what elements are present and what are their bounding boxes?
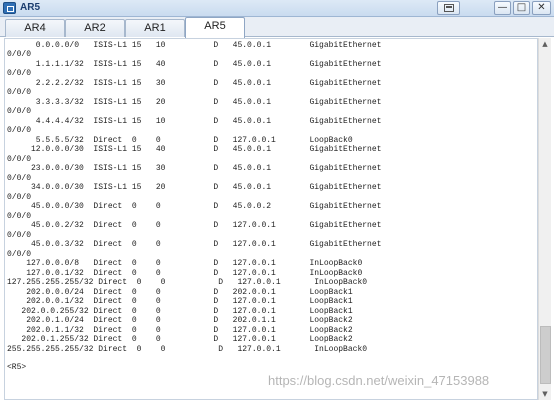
watermark: https://blog.csdn.net/weixin_47153988 (268, 373, 490, 388)
console-line: 23.0.0.0/30 ISIS-L1 15 30 D 45.0.0.1 Gig… (7, 164, 382, 174)
scroll-thumb[interactable] (540, 326, 551, 384)
console-line: 202.0.1.0/24 Direct 0 0 D 202.0.1.1 Loop… (7, 316, 353, 326)
console-line: 45.0.0.3/32 Direct 0 0 D 127.0.0.1 Gigab… (7, 240, 382, 250)
console-line: 0/0/0 (7, 154, 32, 164)
tab-strip: AR4 AR2 AR1 AR5 (0, 17, 554, 38)
tab-ar4[interactable]: AR4 (5, 19, 65, 37)
console-line: 202.0.0.0/24 Direct 0 0 D 202.0.0.1 Loop… (7, 287, 353, 297)
tab-ar5[interactable]: AR5 (185, 17, 245, 38)
console-line: 45.0.0.2/32 Direct 0 0 D 127.0.0.1 Gigab… (7, 221, 382, 231)
tab-ar2[interactable]: AR2 (65, 19, 125, 37)
console-line: 202.0.0.255/32 Direct 0 0 D 127.0.0.1 Lo… (7, 306, 353, 316)
console-line: 3.3.3.3/32 ISIS-L1 15 20 D 45.0.0.1 Giga… (7, 97, 382, 107)
terminal-console[interactable]: 0.0.0.0/0 ISIS-L1 15 10 D 45.0.0.1 Gigab… (4, 38, 538, 400)
console-line: 202.0.1.1/32 Direct 0 0 D 127.0.0.1 Loop… (7, 325, 353, 335)
console-line: <R5> (7, 363, 27, 373)
console-line: 0/0/0 (7, 230, 32, 240)
console-line: 45.0.0.0/30 Direct 0 0 D 45.0.0.2 Gigabi… (7, 202, 382, 212)
console-line: 0/0/0 (7, 107, 32, 117)
scroll-up-icon[interactable]: ▲ (539, 38, 551, 50)
app-terminal-icon (3, 2, 16, 14)
tab-ar1[interactable]: AR1 (125, 19, 185, 37)
console-line: 4.4.4.4/32 ISIS-L1 15 10 D 45.0.0.1 Giga… (7, 116, 382, 126)
console-line: 0/0/0 (7, 249, 32, 259)
vertical-scrollbar[interactable]: ▲ ▼ (538, 38, 551, 400)
window-title: AR5 (20, 2, 41, 13)
maximize-button[interactable]: □ (513, 1, 530, 15)
close-button[interactable]: ✕ (532, 1, 551, 15)
console-line: 2.2.2.2/32 ISIS-L1 15 30 D 45.0.0.1 Giga… (7, 78, 382, 88)
console-line: 0/0/0 (7, 173, 32, 183)
console-line: 127.255.255.255/32 Direct 0 0 D 127.0.0.… (7, 278, 368, 288)
console-line: 202.0.1.255/32 Direct 0 0 D 127.0.0.1 Lo… (7, 335, 353, 345)
console-line: 0/0/0 (7, 50, 32, 60)
console-line: 255.255.255.255/32 Direct 0 0 D 127.0.0.… (7, 344, 368, 354)
console-line: 127.0.0.1/32 Direct 0 0 D 127.0.0.1 InLo… (7, 268, 363, 278)
console-output: 0.0.0.0/0 ISIS-L1 15 10 D 45.0.0.1 Gigab… (7, 41, 381, 373)
console-line: 34.0.0.0/30 ISIS-L1 15 20 D 45.0.0.1 Gig… (7, 183, 382, 193)
console-line: 0/0/0 (7, 192, 32, 202)
console-line: 5.5.5.5/32 Direct 0 0 D 127.0.0.1 LoopBa… (7, 135, 353, 145)
console-line: 0/0/0 (7, 88, 32, 98)
restore-button[interactable] (437, 1, 460, 15)
console-line: 0/0/0 (7, 126, 32, 136)
restore-icon (444, 4, 454, 12)
console-line: 202.0.0.1/32 Direct 0 0 D 127.0.0.1 Loop… (7, 297, 353, 307)
console-line: 1.1.1.1/32 ISIS-L1 15 40 D 45.0.0.1 Giga… (7, 59, 382, 69)
title-bar: AR5 — □ ✕ (0, 0, 554, 17)
console-line: 12.0.0.0/30 ISIS-L1 15 40 D 45.0.0.1 Gig… (7, 145, 382, 155)
console-line: 127.0.0.0/8 Direct 0 0 D 127.0.0.1 InLoo… (7, 259, 363, 269)
scroll-down-icon[interactable]: ▼ (539, 388, 551, 400)
console-line: 0/0/0 (7, 211, 32, 221)
console-line: 0/0/0 (7, 69, 32, 79)
minimize-button[interactable]: — (494, 1, 511, 15)
console-line: 0.0.0.0/0 ISIS-L1 15 10 D 45.0.0.1 Gigab… (7, 41, 382, 50)
